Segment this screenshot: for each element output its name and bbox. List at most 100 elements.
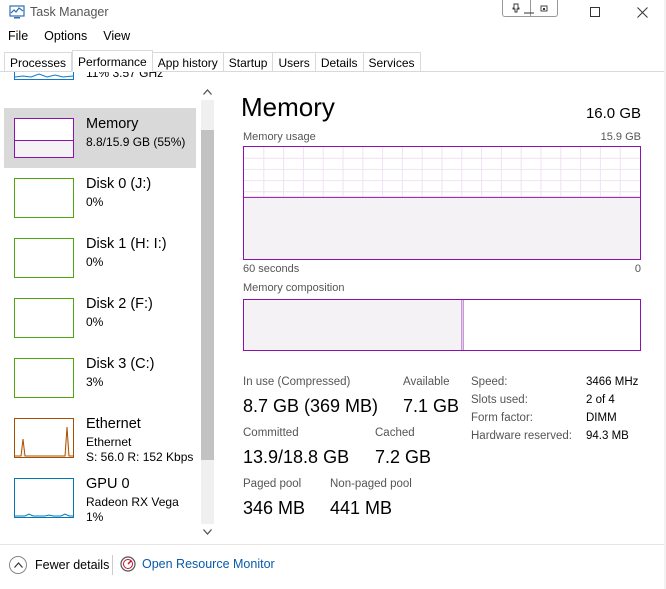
sidebar-item-disk-0[interactable]: Disk 0 (J:) 0%	[4, 168, 196, 228]
sidebar-item-label: Disk 3 (C:)	[86, 356, 155, 372]
menu-view[interactable]: View	[95, 27, 138, 47]
composition-in-use	[244, 300, 462, 350]
spec-form-factor-value: DIMM	[586, 412, 617, 424]
window-title: Task Manager	[30, 5, 109, 19]
menu-bar: File Options View	[0, 27, 138, 47]
tab-users[interactable]: Users	[273, 52, 316, 72]
chevron-up-icon	[203, 89, 212, 95]
sidebar-item-disk-1[interactable]: Disk 1 (H: I:) 0%	[4, 228, 196, 288]
usage-graph-label: Memory usage	[243, 131, 316, 143]
nonpaged-pool-label: Non-paged pool	[330, 478, 412, 490]
sidebar-item-ethernet[interactable]: Ethernet Ethernet S: 56.0 R: 152 Kbps	[4, 408, 196, 468]
chevron-down-icon	[203, 529, 212, 535]
disk-thumbnail	[14, 238, 74, 278]
sidebar-item-value: Ethernet	[86, 435, 132, 449]
total-memory: 16.0 GB	[585, 105, 641, 122]
sidebar-item-label: GPU 0	[86, 476, 130, 492]
minimize-button[interactable]	[507, 0, 551, 24]
close-icon	[636, 6, 648, 18]
sidebar-item-usage: 1%	[86, 510, 104, 524]
memory-detail-panel: Memory 16.0 GB Memory usage 15.9 GB 60 s…	[218, 72, 666, 544]
open-resource-monitor-label: Open Resource Monitor	[142, 557, 275, 571]
in-use-label: In use (Compressed)	[243, 376, 351, 388]
spec-hw-reserved-key: Hardware reserved:	[471, 430, 572, 442]
fewer-details-label: Fewer details	[35, 558, 110, 572]
usage-graph-canvas	[244, 147, 640, 259]
sidebar-item-value: 0%	[86, 195, 104, 209]
usage-graph-max: 15.9 GB	[600, 131, 641, 143]
paged-pool-label: Paged pool	[243, 478, 302, 490]
sidebar-item-disk-3[interactable]: Disk 3 (C:) 3%	[4, 348, 196, 408]
menu-options[interactable]: Options	[36, 27, 95, 47]
tab-services[interactable]: Services	[363, 52, 421, 72]
chevron-up-circle-icon	[9, 556, 27, 574]
gpu-thumbnail	[14, 478, 74, 518]
cpu-thumbnail	[14, 72, 74, 80]
sidebar-item-label: Disk 2 (F:)	[86, 296, 153, 312]
title-bar: Task Manager	[0, 0, 666, 26]
memory-usage-graph	[243, 146, 641, 260]
sidebar-item-label: Ethernet	[86, 416, 141, 432]
tab-startup[interactable]: Startup	[223, 52, 274, 72]
sidebar-item-value: Radeon RX Vega	[86, 495, 179, 509]
cpu-partial-text: 11% 3.57 GHz	[86, 72, 164, 80]
resource-sidebar: 11% 3.57 GHz Memory 8.8/15.9 GB (55%) Di…	[0, 72, 218, 544]
sidebar-item-value: 3%	[86, 375, 104, 389]
sidebar-item-value: 0%	[86, 315, 104, 329]
graph-time-end: 0	[634, 263, 641, 275]
memory-composition-bar	[243, 299, 641, 351]
scroll-thumb[interactable]	[201, 130, 214, 460]
resource-monitor-icon	[120, 556, 136, 572]
sidebar-item-disk-2[interactable]: Disk 2 (F:) 0%	[4, 288, 196, 348]
cached-label: Cached	[375, 427, 415, 439]
disk-thumbnail	[14, 298, 74, 338]
open-resource-monitor-link[interactable]: Open Resource Monitor	[120, 556, 275, 572]
tab-processes[interactable]: Processes	[4, 52, 73, 72]
paged-pool-value: 346 MB	[243, 498, 306, 518]
sidebar-scrollbar[interactable]	[199, 82, 216, 544]
memory-thumbnail	[14, 118, 74, 158]
task-manager-icon	[9, 5, 25, 19]
sidebar-item-value: 8.8/15.9 GB (55%)	[86, 135, 186, 149]
sidebar-item-rate: S: 56.0 R: 152 Kbps	[86, 450, 194, 464]
spec-slots-value: 2 of 4	[586, 394, 615, 406]
committed-label: Committed	[243, 427, 299, 439]
page-title: Memory	[241, 92, 335, 122]
available-value: 7.1 GB	[403, 396, 460, 416]
maximize-icon	[590, 7, 600, 17]
cached-value: 7.2 GB	[375, 447, 432, 467]
committed-value: 13.9/18.8 GB	[243, 447, 350, 467]
sidebar-item-label: Disk 1 (H: I:)	[86, 236, 167, 252]
sidebar-item-value: 0%	[86, 255, 104, 269]
footer-bar: Fewer details Open Resource Monitor	[0, 544, 666, 589]
sidebar-item-gpu-0[interactable]: GPU 0 Radeon RX Vega 1%	[4, 468, 196, 528]
tab-strip: Processes Performance App history Startu…	[4, 50, 421, 72]
available-label: Available	[403, 376, 450, 388]
sidebar-item-label: Memory	[86, 116, 139, 132]
composition-label: Memory composition	[243, 282, 345, 294]
spec-form-factor-key: Form factor:	[471, 412, 533, 424]
maximize-button[interactable]	[573, 0, 617, 24]
disk-thumbnail	[14, 178, 74, 218]
scroll-down-button[interactable]	[199, 524, 216, 540]
sidebar-item-memory[interactable]: Memory 8.8/15.9 GB (55%)	[4, 108, 196, 168]
footer-separator	[112, 555, 113, 575]
disk-thumbnail	[14, 358, 74, 398]
fewer-details-button[interactable]: Fewer details	[9, 556, 109, 574]
spec-speed-value: 3466 MHz	[586, 376, 639, 388]
tab-details[interactable]: Details	[315, 52, 364, 72]
menu-file[interactable]: File	[0, 27, 36, 47]
usage-area	[244, 197, 640, 259]
sidebar-item-label: Disk 0 (J:)	[86, 176, 152, 192]
tab-app-history[interactable]: App history	[152, 52, 224, 72]
tab-performance[interactable]: Performance	[72, 50, 153, 72]
close-button[interactable]	[620, 0, 664, 24]
sidebar-item-cpu[interactable]: 11% 3.57 GHz	[4, 72, 196, 90]
graph-time-start: 60 seconds	[243, 263, 300, 275]
spec-slots-key: Slots used:	[471, 394, 528, 406]
nonpaged-pool-value: 441 MB	[330, 498, 393, 518]
ethernet-thumbnail	[14, 418, 74, 458]
spec-speed-key: Speed:	[471, 376, 508, 388]
scroll-up-button[interactable]	[199, 84, 216, 100]
in-use-value: 8.7 GB (369 MB)	[243, 396, 379, 416]
